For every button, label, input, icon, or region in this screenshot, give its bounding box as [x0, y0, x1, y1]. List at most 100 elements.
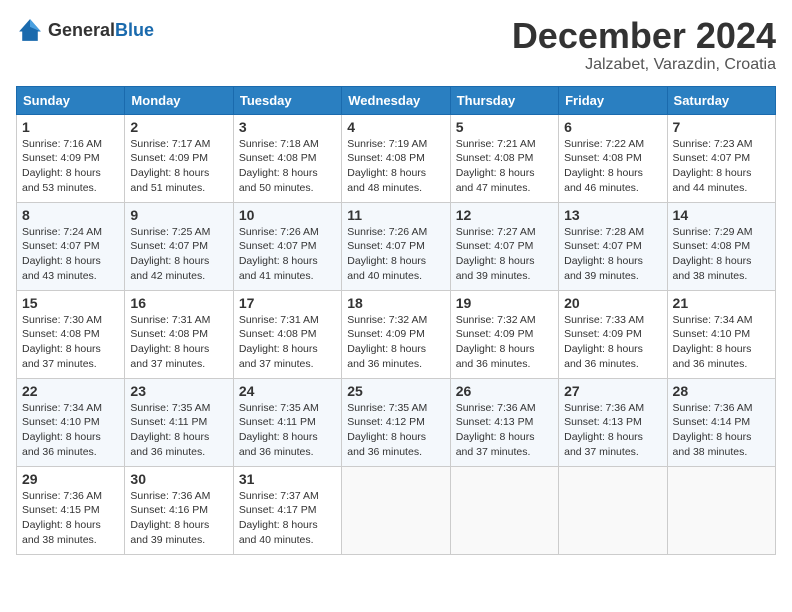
day-number: 27: [564, 383, 661, 399]
logo: GeneralBlue: [16, 16, 154, 44]
calendar-cell: 3Sunrise: 7:18 AMSunset: 4:08 PMDaylight…: [233, 114, 341, 202]
header-day-thursday: Thursday: [450, 86, 558, 114]
cell-text: Sunrise: 7:35 AMSunset: 4:11 PMDaylight:…: [239, 402, 319, 458]
calendar-cell: 1Sunrise: 7:16 AMSunset: 4:09 PMDaylight…: [17, 114, 125, 202]
cell-text: Sunrise: 7:16 AMSunset: 4:09 PMDaylight:…: [22, 138, 102, 194]
cell-text: Sunrise: 7:31 AMSunset: 4:08 PMDaylight:…: [239, 314, 319, 370]
day-number: 2: [130, 119, 227, 135]
cell-text: Sunrise: 7:17 AMSunset: 4:09 PMDaylight:…: [130, 138, 210, 194]
day-number: 20: [564, 295, 661, 311]
cell-text: Sunrise: 7:21 AMSunset: 4:08 PMDaylight:…: [456, 138, 536, 194]
cell-text: Sunrise: 7:26 AMSunset: 4:07 PMDaylight:…: [347, 226, 427, 282]
day-number: 16: [130, 295, 227, 311]
cell-text: Sunrise: 7:33 AMSunset: 4:09 PMDaylight:…: [564, 314, 644, 370]
calendar-cell: 23Sunrise: 7:35 AMSunset: 4:11 PMDayligh…: [125, 378, 233, 466]
calendar-cell: 31Sunrise: 7:37 AMSunset: 4:17 PMDayligh…: [233, 466, 341, 554]
day-number: 15: [22, 295, 119, 311]
day-number: 30: [130, 471, 227, 487]
day-number: 28: [673, 383, 770, 399]
cell-text: Sunrise: 7:23 AMSunset: 4:07 PMDaylight:…: [673, 138, 753, 194]
cell-text: Sunrise: 7:29 AMSunset: 4:08 PMDaylight:…: [673, 226, 753, 282]
calendar-week-1: 1Sunrise: 7:16 AMSunset: 4:09 PMDaylight…: [17, 114, 776, 202]
cell-text: Sunrise: 7:36 AMSunset: 4:13 PMDaylight:…: [456, 402, 536, 458]
calendar-week-5: 29 Sunrise: 7:36 AMSunset: 4:15 PMDayligh…: [17, 466, 776, 554]
day-number: 24: [239, 383, 336, 399]
day-number: 26: [456, 383, 553, 399]
cell-text: Sunrise: 7:30 AMSunset: 4:08 PMDaylight:…: [22, 314, 102, 370]
cell-text: Sunrise: 7:35 AMSunset: 4:12 PMDaylight:…: [347, 402, 427, 458]
logo-general: General: [48, 20, 115, 40]
calendar-cell: 16Sunrise: 7:31 AMSunset: 4:08 PMDayligh…: [125, 290, 233, 378]
day-number: 6: [564, 119, 661, 135]
day-number: 5: [456, 119, 553, 135]
calendar-week-4: 22Sunrise: 7:34 AMSunset: 4:10 PMDayligh…: [17, 378, 776, 466]
day-number: 22: [22, 383, 119, 399]
calendar-cell: 15 Sunrise: 7:30 AMSunset: 4:08 PMDayligh…: [17, 290, 125, 378]
day-number: 3: [239, 119, 336, 135]
day-number: 31: [239, 471, 336, 487]
calendar-cell: 21 Sunrise: 7:34 AMSunset: 4:10 PMDayligh…: [667, 290, 775, 378]
day-number: 7: [673, 119, 770, 135]
day-number: 18: [347, 295, 444, 311]
header-day-friday: Friday: [559, 86, 667, 114]
calendar-table: SundayMondayTuesdayWednesdayThursdayFrid…: [16, 86, 776, 555]
day-number: 10: [239, 207, 336, 223]
calendar-cell: 4 Sunrise: 7:19 AMSunset: 4:08 PMDaylight…: [342, 114, 450, 202]
cell-text: Sunrise: 7:28 AMSunset: 4:07 PMDaylight:…: [564, 226, 644, 282]
calendar-cell: 29 Sunrise: 7:36 AMSunset: 4:15 PMDayligh…: [17, 466, 125, 554]
cell-text: Sunrise: 7:36 AMSunset: 4:13 PMDaylight:…: [564, 402, 644, 458]
calendar-cell: 13 Sunrise: 7:28 AMSunset: 4:07 PMDayligh…: [559, 202, 667, 290]
calendar-cell: 6 Sunrise: 7:22 AMSunset: 4:08 PMDaylight…: [559, 114, 667, 202]
location-title: Jalzabet, Varazdin, Croatia: [512, 56, 776, 74]
header-day-wednesday: Wednesday: [342, 86, 450, 114]
calendar-cell: 26 Sunrise: 7:36 AMSunset: 4:13 PMDayligh…: [450, 378, 558, 466]
calendar-cell: 5 Sunrise: 7:21 AMSunset: 4:08 PMDaylight…: [450, 114, 558, 202]
day-number: 21: [673, 295, 770, 311]
cell-text: Sunrise: 7:27 AMSunset: 4:07 PMDaylight:…: [456, 226, 536, 282]
cell-text: Sunrise: 7:26 AMSunset: 4:07 PMDaylight:…: [239, 226, 319, 282]
cell-text: Sunrise: 7:25 AMSunset: 4:07 PMDaylight:…: [130, 226, 210, 282]
day-number: 12: [456, 207, 553, 223]
cell-text: Sunrise: 7:36 AMSunset: 4:15 PMDaylight:…: [22, 490, 102, 546]
calendar-cell: 27 Sunrise: 7:36 AMSunset: 4:13 PMDayligh…: [559, 378, 667, 466]
calendar-cell: 2 Sunrise: 7:17 AMSunset: 4:09 PMDaylight…: [125, 114, 233, 202]
calendar-cell: 22Sunrise: 7:34 AMSunset: 4:10 PMDayligh…: [17, 378, 125, 466]
calendar-cell: 11Sunrise: 7:26 AMSunset: 4:07 PMDayligh…: [342, 202, 450, 290]
page-header: GeneralBlue December 2024 Jalzabet, Vara…: [16, 16, 776, 74]
calendar-cell: 30 Sunrise: 7:36 AMSunset: 4:16 PMDayligh…: [125, 466, 233, 554]
calendar-cell: 8Sunrise: 7:24 AMSunset: 4:07 PMDaylight…: [17, 202, 125, 290]
calendar-cell: 20 Sunrise: 7:33 AMSunset: 4:09 PMDayligh…: [559, 290, 667, 378]
day-number: 19: [456, 295, 553, 311]
cell-text: Sunrise: 7:22 AMSunset: 4:08 PMDaylight:…: [564, 138, 644, 194]
calendar-cell: [559, 466, 667, 554]
calendar-cell: [450, 466, 558, 554]
day-number: 8: [22, 207, 119, 223]
calendar-cell: 7 Sunrise: 7:23 AMSunset: 4:07 PMDaylight…: [667, 114, 775, 202]
calendar-cell: 24 Sunrise: 7:35 AMSunset: 4:11 PMDayligh…: [233, 378, 341, 466]
calendar-week-2: 8Sunrise: 7:24 AMSunset: 4:07 PMDaylight…: [17, 202, 776, 290]
header-day-monday: Monday: [125, 86, 233, 114]
calendar-cell: [342, 466, 450, 554]
header-day-sunday: Sunday: [17, 86, 125, 114]
day-number: 25: [347, 383, 444, 399]
calendar-cell: 25 Sunrise: 7:35 AMSunset: 4:12 PMDayligh…: [342, 378, 450, 466]
calendar-week-3: 15 Sunrise: 7:30 AMSunset: 4:08 PMDayligh…: [17, 290, 776, 378]
calendar-cell: 19Sunrise: 7:32 AMSunset: 4:09 PMDayligh…: [450, 290, 558, 378]
calendar-cell: 18Sunrise: 7:32 AMSunset: 4:09 PMDayligh…: [342, 290, 450, 378]
calendar-cell: 28 Sunrise: 7:36 AMSunset: 4:14 PMDayligh…: [667, 378, 775, 466]
day-number: 13: [564, 207, 661, 223]
calendar-header: SundayMondayTuesdayWednesdayThursdayFrid…: [17, 86, 776, 114]
day-number: 29: [22, 471, 119, 487]
title-block: December 2024 Jalzabet, Varazdin, Croati…: [512, 16, 776, 74]
logo-icon: [16, 16, 44, 44]
calendar-cell: 12 Sunrise: 7:27 AMSunset: 4:07 PMDayligh…: [450, 202, 558, 290]
header-day-saturday: Saturday: [667, 86, 775, 114]
logo-blue: Blue: [115, 20, 154, 40]
cell-text: Sunrise: 7:36 AMSunset: 4:16 PMDaylight:…: [130, 490, 210, 546]
calendar-body: 1Sunrise: 7:16 AMSunset: 4:09 PMDaylight…: [17, 114, 776, 554]
cell-text: Sunrise: 7:19 AMSunset: 4:08 PMDaylight:…: [347, 138, 427, 194]
cell-text: Sunrise: 7:36 AMSunset: 4:14 PMDaylight:…: [673, 402, 753, 458]
day-number: 4: [347, 119, 444, 135]
cell-text: Sunrise: 7:34 AMSunset: 4:10 PMDaylight:…: [673, 314, 753, 370]
day-number: 17: [239, 295, 336, 311]
